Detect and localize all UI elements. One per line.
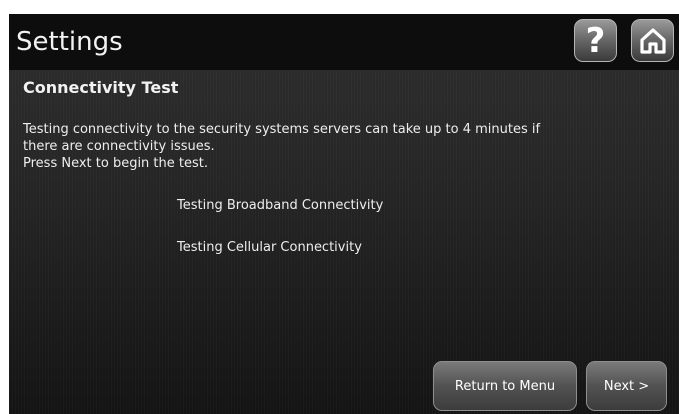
page-title: Settings — [16, 27, 123, 57]
description-line: Press Next to begin the test. — [23, 156, 208, 171]
broadband-test-label: Testing Broadband Connectivity — [177, 198, 384, 213]
description-line: Testing connectivity to the security sys… — [23, 122, 541, 137]
help-button[interactable]: ? — [574, 19, 617, 62]
home-button[interactable] — [631, 19, 674, 62]
return-to-menu-button[interactable]: Return to Menu — [433, 361, 577, 411]
question-mark-icon: ? — [585, 20, 606, 61]
settings-screen: Settings ? Connectivity Test Testing con… — [9, 14, 679, 414]
return-to-menu-label: Return to Menu — [454, 378, 556, 394]
next-label: Next > — [603, 378, 650, 394]
home-icon — [639, 27, 666, 54]
section-heading: Connectivity Test — [23, 78, 179, 97]
cellular-test-label: Testing Cellular Connectivity — [177, 240, 362, 255]
title-bar: Settings ? — [9, 14, 679, 70]
description-line: there are connectivity issues. — [23, 139, 215, 154]
next-button[interactable]: Next > — [586, 361, 667, 411]
description-text: Testing connectivity to the security sys… — [23, 121, 623, 172]
